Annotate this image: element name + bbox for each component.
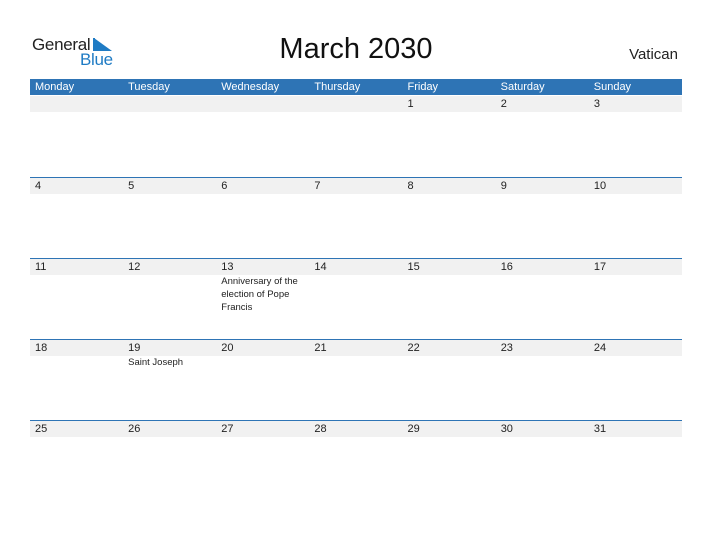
day-number: 10: [593, 180, 607, 192]
day-number: 25: [35, 423, 48, 435]
day-cell: 6: [216, 178, 309, 258]
week-row: 11 12 13 Anniversary of the election of Pop…: [30, 258, 682, 339]
weekday-tuesday: Tuesday: [128, 81, 170, 93]
day-cell: 3: [589, 96, 682, 176]
day-number: 31: [593, 423, 607, 435]
day-number: 18: [35, 342, 48, 354]
weekday-friday: Friday: [407, 81, 439, 93]
day-number: 30: [500, 423, 513, 435]
day-number: 13: [221, 261, 234, 273]
day-number: 11: [35, 261, 47, 273]
day-number: 8: [407, 180, 414, 192]
day-cell: 10: [589, 178, 682, 258]
day-cell: 4: [30, 178, 123, 258]
day-cell: 2: [496, 96, 589, 176]
weekday-saturday: Saturday: [500, 81, 545, 93]
day-number: 22: [407, 342, 420, 354]
day-cell: [30, 96, 123, 176]
day-cell: 18: [30, 340, 123, 420]
weekday-sunday: Sunday: [593, 81, 632, 93]
country-label: Vatican: [629, 46, 678, 63]
day-number: [221, 96, 309, 112]
holiday-event: Saint Joseph: [128, 357, 184, 368]
day-number: 1: [407, 98, 414, 110]
day-number: 19: [128, 342, 141, 354]
day-cell: 9: [496, 178, 589, 258]
day-cell: [309, 96, 402, 176]
day-cell: 16: [496, 259, 589, 339]
day-number: 7: [314, 180, 321, 192]
day-cell: 20: [216, 340, 309, 420]
day-number: 26: [128, 423, 141, 435]
day-number: 20: [221, 342, 234, 354]
day-cell: 7: [309, 178, 402, 258]
day-cell: 26: [123, 421, 216, 501]
day-cell: 12: [123, 259, 216, 339]
day-cell: 17: [589, 259, 682, 339]
day-number: 6: [221, 180, 228, 192]
day-number: 15: [407, 261, 420, 273]
week-row: 18 19 Saint Joseph 20 21 22 23 24: [30, 339, 682, 420]
day-number: [314, 96, 402, 112]
day-cell: 1: [403, 96, 496, 176]
weekday-header: Monday Tuesday Wednesday Thursday Friday…: [30, 79, 682, 95]
week-row: 4 5 6 7 8 9 10: [30, 177, 682, 258]
day-number: 12: [128, 261, 141, 273]
day-number: 23: [500, 342, 513, 354]
day-number: 29: [407, 423, 420, 435]
day-cell: 15: [403, 259, 496, 339]
day-cell: 21: [309, 340, 402, 420]
day-number: 27: [221, 423, 234, 435]
day-cell: 30: [496, 421, 589, 501]
calendar-title: March 2030: [279, 33, 433, 65]
day-number: [35, 96, 123, 112]
day-number: 5: [128, 180, 135, 192]
weekday-monday: Monday: [35, 81, 75, 93]
weekday-thursday: Thursday: [314, 81, 361, 93]
day-number: 16: [500, 261, 513, 273]
week-row: 25 26 27 28 29 30 31: [30, 420, 682, 501]
day-number: [128, 96, 216, 112]
day-cell: 13 Anniversary of the election of Pope Fr…: [216, 259, 309, 339]
day-cell: 11: [30, 259, 123, 339]
day-cell: [123, 96, 216, 176]
day-cell: 14: [309, 259, 402, 339]
day-cell: 23: [496, 340, 589, 420]
day-number: 21: [314, 342, 327, 354]
day-number: 17: [593, 261, 607, 273]
day-cell: 19 Saint Joseph: [123, 340, 216, 420]
week-row: 1 2 3: [30, 96, 682, 176]
day-cell: 8: [403, 178, 496, 258]
day-number: 3: [593, 98, 600, 110]
day-cell: 24: [589, 340, 682, 420]
weekday-wednesday: Wednesday: [221, 81, 280, 93]
holiday-event: Anniversary of the election of Pope Fran…: [221, 276, 298, 313]
day-cell: 5: [123, 178, 216, 258]
day-number: 4: [35, 180, 42, 192]
day-number: 28: [314, 423, 327, 435]
day-number: 24: [593, 342, 607, 354]
day-cell: 22: [403, 340, 496, 420]
day-cell: 28: [309, 421, 402, 501]
day-cell: 29: [403, 421, 496, 501]
day-number: 9: [500, 180, 507, 192]
day-cell: 27: [216, 421, 309, 501]
day-cell: 31: [589, 421, 682, 501]
day-number: 2: [500, 98, 507, 110]
day-number: 14: [314, 261, 327, 273]
day-cell: [216, 96, 309, 176]
day-cell: 25: [30, 421, 123, 501]
